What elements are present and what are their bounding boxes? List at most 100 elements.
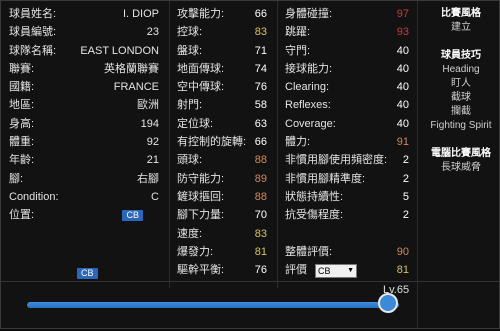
stat-row: 腳下力量: 70: [177, 206, 267, 224]
stat-value: 71: [254, 44, 267, 57]
stat-value: 63: [254, 117, 267, 130]
level-slider-handle[interactable]: [377, 293, 398, 313]
stat-row: 整體評價: 90: [285, 243, 409, 261]
info-row: 球員姓名: I. DIOP: [9, 5, 159, 23]
stat-label: 盤球:: [177, 44, 203, 57]
stat-value: 83: [254, 26, 267, 39]
skill-item: Fighting Spirit: [430, 120, 492, 131]
info-value: 歐洲: [137, 99, 159, 112]
stat-value: 83: [254, 227, 267, 240]
stat-row: 驅幹平衡: 76: [177, 261, 267, 279]
info-row: 國籍: FRANCE: [9, 78, 159, 96]
position-badge-bottom: CB: [77, 267, 98, 279]
stat-label: 評價: [285, 264, 307, 277]
stat-value: 93: [396, 26, 409, 39]
info-row: 球隊名稱: EAST LONDON: [9, 42, 159, 60]
playing-style-value: 建立: [451, 22, 471, 33]
info-row: 地區: 歐洲: [9, 96, 159, 114]
stat-row: 空中傳球: 76: [177, 78, 267, 96]
stat-label: 抗受傷程度:: [285, 209, 344, 222]
divider: [169, 1, 170, 288]
info-label: 球員編號:: [9, 26, 57, 39]
stat-value: 2: [402, 209, 409, 222]
info-value: 英格蘭聯賽: [104, 62, 159, 75]
stat-row: 控球: 83: [177, 23, 267, 41]
info-value: 21: [146, 154, 159, 167]
info-value: FRANCE: [113, 81, 159, 94]
info-row: 球員編號: 23: [9, 23, 159, 41]
stat-value: 66: [254, 136, 267, 149]
level-slider-track[interactable]: [27, 302, 399, 308]
ai-style-value: 長球威脅: [441, 162, 481, 173]
stat-label: 整體評價:: [285, 245, 333, 258]
stat-value: 58: [254, 99, 267, 112]
stat-label: Coverage:: [285, 117, 336, 130]
info-value: CB: [122, 206, 143, 224]
stat-label: 腳下力量:: [177, 209, 225, 222]
stat-row: 爆發力: 81: [177, 243, 267, 261]
player-card: 球員姓名: I. DIOP 球員編號: 23 球隊名稱: EAST LONDON 聯賽: 英格…: [0, 0, 500, 329]
stat-label: 有控制的旋轉:: [177, 136, 247, 149]
stat-row: Coverage: 40: [285, 115, 409, 133]
physical-stats-panel: 身體碰撞: 97 跳躍: 93 守門: 40 接球能力: 40 Clearing: 40 Refle…: [285, 5, 409, 279]
info-label: 年齡:: [9, 154, 35, 167]
stat-label: 接球能力:: [285, 62, 333, 75]
info-row: 年齡: 21: [9, 151, 159, 169]
stat-value: 81: [254, 245, 267, 258]
ai-style-title: 電腦比賽風格: [431, 148, 491, 159]
info-value: I. DIOP: [122, 8, 159, 20]
stat-value: 91: [396, 136, 409, 149]
stat-row: 防守能力: 89: [177, 170, 267, 188]
info-label: Condition:: [9, 190, 59, 203]
divider: [417, 1, 418, 328]
info-label: 位置:: [9, 209, 35, 222]
stat-label: 速度:: [177, 227, 203, 240]
stat-label: 狀態持續性:: [285, 190, 344, 203]
stat-row: 鏟球摳回: 88: [177, 188, 267, 206]
stat-row: 攻擊能力: 66: [177, 5, 267, 23]
skills-title: 球員技巧: [441, 50, 481, 61]
stat-label: 空中傳球:: [177, 81, 225, 94]
stat-label: 守門:: [285, 44, 311, 57]
stat-label: 體力:: [285, 136, 311, 149]
stat-value: 90: [396, 245, 409, 258]
rating-position-select[interactable]: CB ▼: [315, 264, 357, 279]
stat-label: 爆發力:: [177, 245, 214, 258]
info-value: 23: [146, 26, 159, 39]
info-label: 身高:: [9, 117, 35, 130]
stat-row: 抗受傷程度: 2: [285, 206, 409, 224]
stat-row: 跳躍: 93: [285, 23, 409, 41]
stat-row: 射門: 58: [177, 96, 267, 114]
info-value: 92: [146, 136, 159, 149]
info-label: 體重:: [9, 136, 35, 149]
info-row: Condition: C: [9, 188, 159, 206]
stat-label: 地面傳球:: [177, 62, 225, 75]
stat-value: 81: [396, 264, 409, 277]
stat-row: 接球能力: 40: [285, 60, 409, 78]
stat-value: 88: [254, 154, 267, 167]
stat-label: 驅幹平衡:: [177, 264, 225, 277]
stat-label: 非慣用腳使用頻密度:: [285, 154, 388, 167]
stat-value: 40: [396, 81, 409, 94]
skill-item: Heading: [442, 64, 480, 75]
stat-row: 速度: 83: [177, 225, 267, 243]
info-row: 身高: 194: [9, 115, 159, 133]
stat-value: 70: [254, 209, 267, 222]
info-row: 體重: 92: [9, 133, 159, 151]
stat-row: 狀態持續性: 5: [285, 188, 409, 206]
playing-style-title: 比賽風格: [441, 8, 481, 19]
level-slider-area: Lv.65: [1, 281, 500, 331]
stat-value: 76: [254, 264, 267, 277]
info-label: 腳:: [9, 172, 24, 185]
stat-row: 守門: 40: [285, 42, 409, 60]
info-label: 聯賽:: [9, 62, 35, 75]
info-value: 194: [140, 117, 159, 130]
info-value: 右腳: [137, 172, 159, 185]
stat-row: 體力: 91: [285, 133, 409, 151]
stat-label: 射門:: [177, 99, 203, 112]
stat-row: 非慣用腳使用頻密度: 2: [285, 151, 409, 169]
divider: [277, 1, 278, 288]
stat-value: 97: [396, 8, 409, 20]
stat-value: 88: [254, 190, 267, 203]
player-info-panel: 球員姓名: I. DIOP 球員編號: 23 球隊名稱: EAST LONDON 聯賽: 英格…: [9, 5, 159, 225]
